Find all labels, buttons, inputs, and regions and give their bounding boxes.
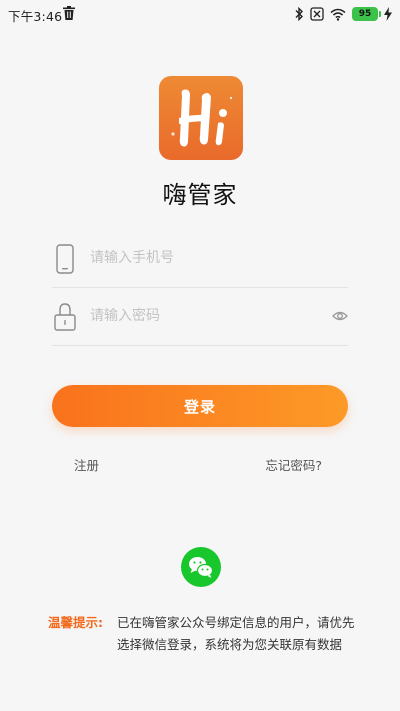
app-logo (159, 76, 243, 160)
register-link[interactable]: 注册 (74, 455, 99, 474)
wifi-icon (330, 8, 346, 21)
charging-icon (384, 7, 392, 21)
phone-field[interactable] (52, 230, 348, 288)
trash-icon (63, 6, 75, 20)
battery-icon: 95 (352, 7, 381, 21)
status-bar: 下午3:46 95 (0, 0, 400, 28)
app-name: 嗨管家 (162, 181, 238, 209)
phone-icon (56, 244, 74, 274)
battery-level: 95 (358, 9, 372, 19)
bluetooth-icon (295, 7, 303, 21)
password-field[interactable] (52, 288, 348, 346)
wechat-icon (189, 557, 214, 578)
login-button[interactable]: 登录 (52, 385, 348, 427)
status-time: 下午3:46 (8, 9, 63, 24)
hi-logo-icon (171, 89, 233, 147)
tip-text: 已在嗨管家公众号绑定信息的用户，请优先选择微信登录，系统将为您关联原有数据 (117, 615, 355, 652)
eye-icon[interactable] (332, 309, 348, 323)
password-input[interactable] (90, 302, 320, 330)
wechat-login-button[interactable] (181, 547, 221, 587)
lock-icon (54, 303, 76, 331)
phone-input[interactable] (90, 244, 320, 272)
forgot-password-link[interactable]: 忘记密码? (265, 455, 322, 474)
tip-label: 温馨提示: (48, 615, 103, 630)
mute-icon (310, 7, 324, 21)
status-icons: 95 (294, 5, 392, 23)
